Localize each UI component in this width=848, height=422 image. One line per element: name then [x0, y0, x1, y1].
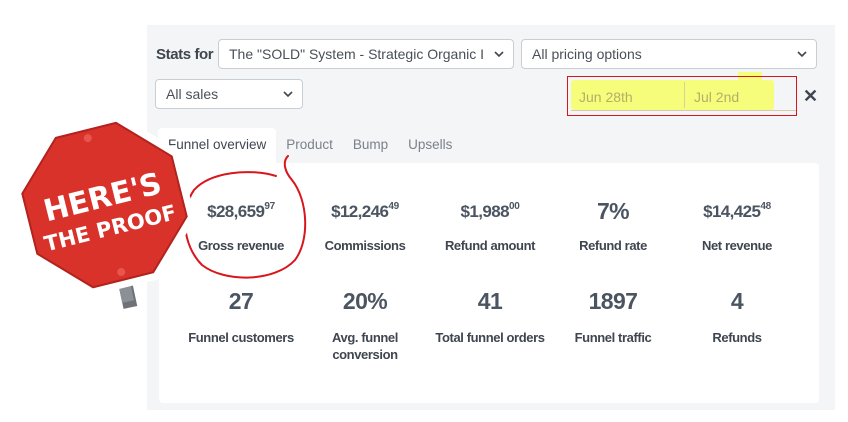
pricing-select[interactable]: All pricing options [521, 39, 817, 69]
metric-funnel-traffic: 1897 Funnel traffic [543, 288, 683, 346]
chevron-down-icon [283, 91, 293, 98]
product-select-value: The "SOLD" System - Strategic Organic I [229, 46, 485, 62]
tab-bump[interactable]: Bump [343, 128, 398, 164]
metric-label: Funnel customers [188, 330, 294, 345]
product-select[interactable]: The "SOLD" System - Strategic Organic I [218, 39, 514, 69]
metric-net-revenue: $14,42548 Net revenue [667, 201, 807, 254]
metric-avg-funnel-conversion: 20% Avg. funnel conversion [295, 288, 435, 363]
metric-value: 1897 [588, 288, 638, 314]
sales-select-value: All sales [166, 86, 219, 102]
chevron-down-icon [494, 51, 504, 58]
metric-value: 41 [477, 288, 503, 314]
metric-value: $1,98800 [460, 201, 520, 221]
tab-upsells[interactable]: Upsells [398, 128, 462, 164]
proof-stop-sign: HERE'S THE PROOF [13, 114, 196, 309]
metric-value: 20% [342, 288, 388, 314]
metric-refunds: 4 Refunds [667, 288, 807, 346]
page: Stats for The "SOLD" System - Strategic … [0, 0, 848, 422]
metric-label: Refund rate [579, 238, 647, 253]
annotation-rectangle [567, 76, 797, 116]
metric-label: Commissions [324, 238, 406, 253]
metric-total-funnel-orders: 41 Total funnel orders [420, 288, 560, 346]
metric-label: Total funnel orders [435, 330, 545, 345]
metric-commissions: $12,24649 Commissions [295, 201, 435, 254]
metric-label: Refunds [712, 330, 762, 345]
metric-label: Net revenue [701, 238, 773, 253]
sales-select[interactable]: All sales [155, 79, 303, 109]
metric-label: Avg. funnel conversion [332, 330, 398, 362]
stats-for-label: Stats for [156, 46, 214, 63]
metric-value: $12,24649 [331, 201, 399, 221]
metric-value: 7% [596, 198, 630, 224]
metric-refund-amount: $1,98800 Refund amount [420, 201, 560, 254]
metric-value: 4 [730, 288, 744, 314]
metric-refund-rate: 7% Refund rate [543, 198, 683, 254]
metric-label: Refund amount [444, 238, 536, 253]
chevron-down-icon [797, 51, 807, 58]
close-icon[interactable]: ✕ [803, 87, 819, 105]
metric-value: $14,42548 [703, 201, 771, 221]
pricing-select-value: All pricing options [532, 46, 642, 62]
metric-label: Funnel traffic [574, 330, 652, 345]
